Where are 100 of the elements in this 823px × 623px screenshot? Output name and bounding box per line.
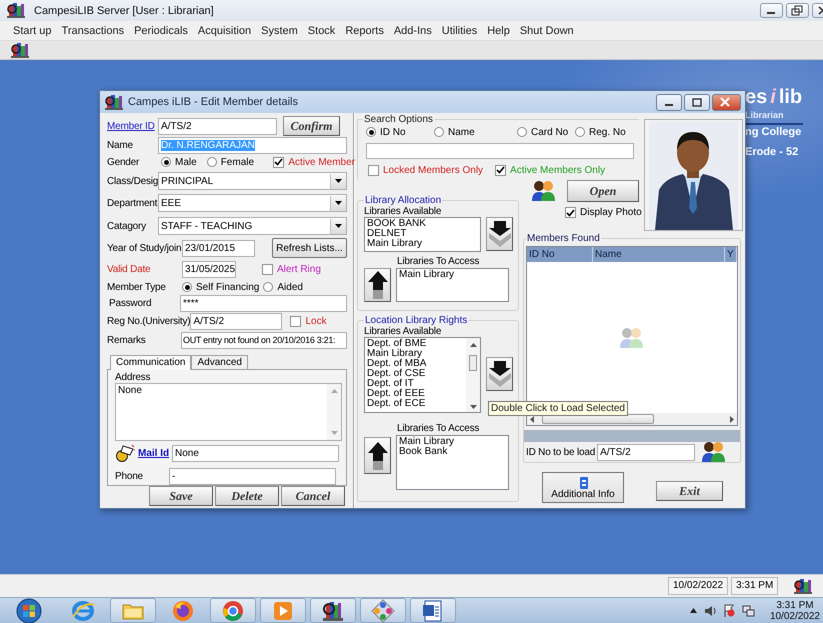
list-item[interactable]: Main Library [367, 239, 478, 249]
exit-button[interactable]: Exit [656, 481, 723, 501]
list-item[interactable]: Main Library [399, 270, 506, 280]
taskbar-button[interactable] [410, 598, 456, 623]
list-item[interactable]: Main Library [367, 349, 464, 359]
flag-icon[interactable] [722, 604, 735, 617]
field-label: Member ID [107, 120, 156, 132]
checkbox[interactable]: Alert Ring [262, 264, 321, 274]
tooltip: Double Click to Load Selected [488, 401, 628, 416]
load-id-field[interactable]: A/TS/2 [597, 444, 696, 460]
remarks-field[interactable]: OUT entry not found on 20/10/2016 3:21: [181, 332, 347, 349]
reg-no-field[interactable]: A/TS/2 [190, 313, 282, 330]
speaker-icon[interactable] [704, 604, 716, 616]
radio-button[interactable]: Card No [517, 126, 575, 138]
password-field[interactable]: **** [180, 294, 347, 312]
menu-item[interactable]: Help [482, 24, 515, 36]
join-date-field[interactable]: 23/01/2015 [182, 240, 255, 256]
tab[interactable]: Communication [110, 355, 192, 370]
list-item[interactable]: DELNET [367, 229, 478, 239]
move-up-button[interactable] [364, 437, 391, 474]
checkbox[interactable]: Display Photo [565, 207, 642, 218]
clock[interactable]: 3:31 PM 10/02/2022 [770, 600, 820, 622]
list-item[interactable]: Main Library [399, 437, 506, 447]
start-button[interactable] [14, 598, 44, 623]
move-up-button[interactable] [364, 268, 391, 302]
restore-button[interactable] [786, 3, 809, 18]
list-box[interactable]: BOOK BANK DELNET Main Library [364, 217, 481, 252]
arrow-down-icon [488, 361, 510, 387]
save-button[interactable]: Save [149, 486, 213, 506]
check-icon [496, 166, 506, 174]
department-dropdown[interactable]: EEE [158, 194, 347, 212]
radio-button[interactable]: Self Financing [182, 282, 260, 292]
browser-icon [71, 598, 95, 622]
arrow-down-icon [488, 221, 510, 247]
cancel-button[interactable]: Cancel [281, 486, 345, 506]
field-label: Catagory [107, 220, 147, 232]
list-item[interactable]: Dept. of MBA [367, 359, 464, 369]
menu-item[interactable]: Periodicals [129, 24, 193, 36]
menu-item[interactable]: Transactions [56, 24, 130, 36]
list-box[interactable]: Main Library Book Bank [396, 435, 509, 490]
people-icon [701, 440, 728, 464]
network-icon[interactable] [742, 604, 755, 616]
list-item[interactable]: Dept. of IT [367, 379, 464, 389]
scroll-up-icon [470, 343, 476, 347]
list-item[interactable]: BOOK BANK [367, 219, 478, 229]
class-dropdown[interactable]: PRINCIPAL [158, 172, 347, 190]
scroll-down-icon [330, 431, 338, 435]
search-field[interactable] [366, 143, 634, 159]
menu-item[interactable]: Add-Ins [388, 24, 437, 36]
scrollbar-thumb[interactable] [469, 355, 477, 371]
list-item[interactable]: Dept. of BME [367, 339, 464, 349]
column-header[interactable]: ID No [527, 247, 593, 262]
radio-button[interactable]: Aided [263, 282, 303, 292]
menu-item[interactable]: Start up [8, 24, 57, 36]
maximize-button[interactable] [684, 94, 710, 110]
caret-icon [335, 179, 342, 183]
move-down-button[interactable] [486, 357, 513, 391]
list-item[interactable]: Dept. of CSE [367, 369, 464, 379]
menu-item[interactable]: Shut Down [514, 24, 579, 36]
valid-date-field[interactable]: 31/05/2025 [182, 260, 236, 278]
radio-button[interactable]: Reg. No [575, 126, 626, 138]
checkbox[interactable]: Active Member [273, 156, 355, 168]
menu-item[interactable]: Reports [340, 24, 389, 36]
list-item[interactable]: Book Bank [399, 447, 506, 457]
radio-button[interactable]: Female [206, 156, 254, 168]
phone-field[interactable]: - [169, 468, 336, 484]
confirm-button[interactable]: Confirm [283, 116, 340, 136]
mail-id-link[interactable]: Mail Id [138, 448, 172, 458]
radio-button[interactable]: Male [161, 156, 197, 168]
minimize-button[interactable] [760, 3, 783, 18]
member-id-field[interactable]: A/TS/2 [158, 118, 277, 134]
mail-id-field[interactable]: None [172, 444, 339, 462]
address-field[interactable]: None [115, 383, 342, 441]
column-header[interactable]: Name [593, 247, 725, 262]
refresh-button[interactable]: Refresh Lists... [272, 238, 347, 258]
list-box[interactable]: Main Library [396, 268, 509, 302]
list-item[interactable]: Dept. of ECE [367, 399, 464, 409]
list-box[interactable]: Dept. of BME Main Library Dept. of MBA Dept. of CSE Dept. of IT Dept. of EEE Dept. of ECE [364, 337, 481, 413]
menu-item[interactable]: Acquisition [192, 24, 256, 36]
checkbox[interactable]: Lock [290, 316, 327, 327]
checkbox[interactable]: Locked Members Only [368, 164, 484, 176]
scroll-left-icon [530, 416, 534, 422]
taskbar-button[interactable] [310, 598, 356, 623]
menu-item[interactable]: Utilities [436, 24, 482, 36]
category-dropdown[interactable]: STAFF - TEACHING [158, 217, 347, 235]
minimize-button[interactable] [656, 94, 682, 110]
desktop-text: Librarian [745, 110, 784, 120]
move-down-button[interactable] [486, 217, 513, 251]
toolbar-books-icon[interactable] [10, 42, 30, 58]
delete-button[interactable]: Delete [215, 486, 279, 506]
radio-button[interactable]: ID No [366, 126, 434, 138]
additional-info-button[interactable]: Additional Info [542, 472, 624, 503]
menu-item[interactable]: Stock [302, 24, 340, 36]
radio-button[interactable]: Name [434, 126, 517, 138]
column-header[interactable]: Y [725, 247, 737, 262]
menu-item[interactable]: System [256, 24, 303, 36]
list-item[interactable]: Dept. of EEE [367, 389, 464, 399]
vertical-scrollbar[interactable] [466, 338, 480, 412]
tab[interactable]: Advanced [191, 355, 248, 369]
open-button[interactable]: Open [567, 180, 639, 202]
